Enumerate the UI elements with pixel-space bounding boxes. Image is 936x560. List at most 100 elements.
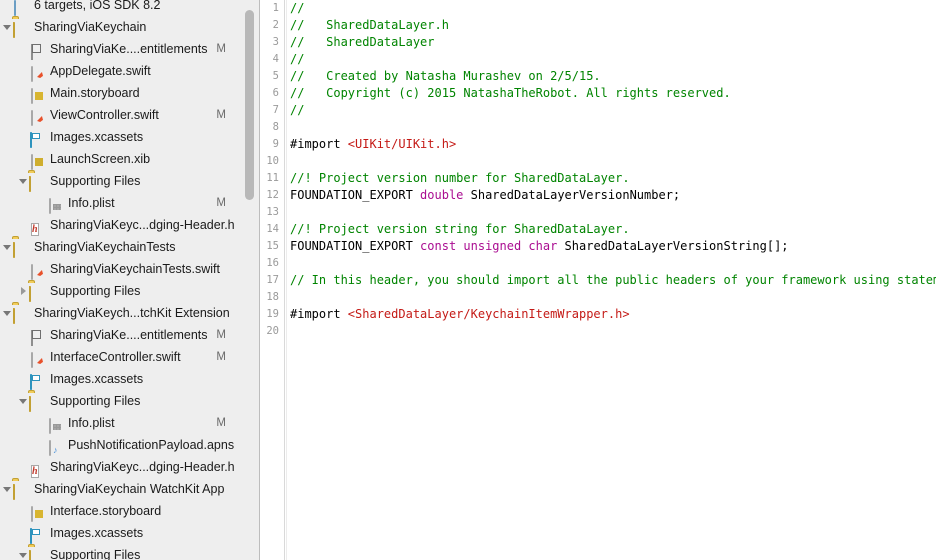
- navigator-row[interactable]: SharingViaKeychainTests.swift: [0, 258, 260, 280]
- code-token: FOUNDATION_EXPORT: [290, 188, 421, 202]
- code-line[interactable]: //! Project version number for SharedDat…: [290, 170, 936, 187]
- code-line[interactable]: // SharedDataLayer: [290, 34, 936, 51]
- code-token: // In this header, you should import all…: [290, 273, 936, 287]
- navigator-row[interactable]: PushNotificationPayload.apns: [0, 434, 260, 456]
- navigator-row[interactable]: ViewController.swift M: [0, 104, 260, 126]
- line-number: 17: [266, 274, 279, 286]
- code-line[interactable]: [290, 119, 936, 136]
- code-line[interactable]: #import <UIKit/UIKit.h>: [290, 136, 936, 153]
- plist-icon: [47, 415, 63, 434]
- folder-icon-glyph: [29, 176, 31, 192]
- code-line[interactable]: [290, 255, 936, 272]
- code-line[interactable]: // In this header, you should import all…: [290, 272, 936, 289]
- storyboard-icon: [29, 503, 45, 522]
- navigator-row-label: SharingViaKeych...tchKit Extension: [34, 306, 230, 320]
- disclosure-triangle-closed-icon[interactable]: [18, 280, 29, 302]
- navigator-row[interactable]: SharingViaKe....entitlements M: [0, 38, 260, 60]
- xib-icon: [29, 151, 45, 170]
- entitlements-icon: [29, 327, 45, 346]
- disclosure-triangle-open-icon[interactable]: [18, 170, 29, 192]
- modified-badge: M: [216, 109, 226, 121]
- navigator-row[interactable]: Supporting Files: [0, 170, 260, 192]
- navigator-row[interactable]: Images.xcassets: [0, 368, 260, 390]
- navigator-row[interactable]: AppDelegate.swift: [0, 60, 260, 82]
- navigator-row[interactable]: SharingViaKeychain: [0, 16, 260, 38]
- code-token: SharedDataLayerVersionString[];: [557, 239, 789, 253]
- navigator-row[interactable]: Supporting Files: [0, 390, 260, 412]
- code-token: // Created by Natasha Murashev on 2/5/15…: [290, 69, 601, 83]
- navigator-row[interactable]: Images.xcassets: [0, 126, 260, 148]
- storyboard-icon: [29, 85, 45, 104]
- code-line[interactable]: #import <SharedDataLayer/KeychainItemWra…: [290, 306, 936, 323]
- line-number: 4: [272, 53, 279, 65]
- code-line[interactable]: FOUNDATION_EXPORT const unsigned char Sh…: [290, 238, 936, 255]
- xcassets-icon-glyph: [30, 132, 32, 148]
- line-number: 9: [272, 138, 279, 150]
- apns-file-icon-glyph: [49, 440, 51, 456]
- navigator-row[interactable]: Supporting Files: [0, 280, 260, 302]
- navigator-row[interactable]: Images.xcassets: [0, 522, 260, 544]
- swift-file-icon-glyph: [31, 264, 33, 280]
- code-line[interactable]: //: [290, 51, 936, 68]
- navigator-row[interactable]: Supporting Files: [0, 544, 260, 560]
- disclosure-triangle-open-icon[interactable]: [2, 236, 13, 258]
- code-line[interactable]: [290, 323, 936, 340]
- code-line[interactable]: //: [290, 102, 936, 119]
- code-line[interactable]: //! Project version string for SharedDat…: [290, 221, 936, 238]
- disclosure-triangle-open-icon[interactable]: [2, 478, 13, 500]
- navigator-scrollbar[interactable]: [245, 10, 254, 550]
- navigator-row-label: Images.xcassets: [50, 372, 144, 386]
- navigator-scroll-content: 6 targets, iOS SDK 8.2 SharingViaKeychain…: [0, 0, 260, 560]
- navigator-row[interactable]: Main.storyboard: [0, 82, 260, 104]
- apns-file-icon: [47, 437, 63, 456]
- navigator-row[interactable]: SharingViaKeychain WatchKit App: [0, 478, 260, 500]
- code-line[interactable]: FOUNDATION_EXPORT double SharedDataLayer…: [290, 187, 936, 204]
- disclosure-triangle-open-icon[interactable]: [2, 302, 13, 324]
- swift-file-icon: [29, 349, 45, 368]
- source-editor[interactable]: 1 2 3 4 5 6 7 8 9 10 11 12 13 14 15 16 17 18 19 20 //// Sha…: [260, 0, 936, 560]
- navigator-row-label: Supporting Files: [50, 284, 141, 298]
- navigator-row-label: Interface.storyboard: [50, 504, 162, 518]
- navigator-row-label: SharingViaKeychainTests.swift: [50, 262, 220, 276]
- navigator-row[interactable]: InterfaceController.swift M: [0, 346, 260, 368]
- navigator-row[interactable]: LaunchScreen.xib: [0, 148, 260, 170]
- swift-file-icon: [29, 63, 45, 82]
- navigator-row[interactable]: Interface.storyboard: [0, 500, 260, 522]
- modified-badge: M: [216, 351, 226, 363]
- folder-icon: [29, 283, 45, 302]
- code-token: //: [290, 1, 305, 15]
- code-line[interactable]: [290, 153, 936, 170]
- navigator-scrollbar-thumb[interactable]: [245, 10, 254, 200]
- code-area[interactable]: // // SharedDataLayer.h // SharedDataLayer…: [290, 0, 936, 560]
- navigator-row[interactable]: SharingViaKe....entitlements M: [0, 324, 260, 346]
- code-line[interactable]: [290, 204, 936, 221]
- line-number: 19: [266, 308, 279, 320]
- navigator-row[interactable]: 6 targets, iOS SDK 8.2: [0, 0, 260, 16]
- code-token: double: [420, 188, 464, 202]
- code-token: <UIKit/UIKit.h>: [347, 137, 457, 151]
- code-line[interactable]: // Created by Natasha Murashev on 2/5/15…: [290, 68, 936, 85]
- code-token: #import: [290, 137, 348, 151]
- project-navigator[interactable]: 6 targets, iOS SDK 8.2 SharingViaKeychain…: [0, 0, 260, 560]
- navigator-row-label: SharingViaKeyc...dging-Header.h: [50, 218, 235, 232]
- code-line[interactable]: // Copyright (c) 2015 NatashaTheRobot. A…: [290, 85, 936, 102]
- code-line[interactable]: //: [290, 0, 936, 17]
- swift-file-icon: [29, 261, 45, 280]
- code-line[interactable]: [290, 289, 936, 306]
- header-file-icon: h: [29, 459, 45, 478]
- navigator-row[interactable]: Info.plist M: [0, 412, 260, 434]
- navigator-row-label: PushNotificationPayload.apns: [68, 438, 235, 452]
- navigator-row[interactable]: SharingViaKeychainTests: [0, 236, 260, 258]
- navigator-row[interactable]: SharingViaKeych...tchKit Extension: [0, 302, 260, 324]
- disclosure-triangle-open-icon[interactable]: [18, 390, 29, 412]
- navigator-row-label: Main.storyboard: [50, 86, 140, 100]
- navigator-row[interactable]: Info.plist M: [0, 192, 260, 214]
- navigator-row[interactable]: h SharingViaKeyc...dging-Header.h: [0, 214, 260, 236]
- disclosure-triangle-open-icon[interactable]: [2, 16, 13, 38]
- code-line[interactable]: // SharedDataLayer.h: [290, 17, 936, 34]
- navigator-row[interactable]: h SharingViaKeyc...dging-Header.h: [0, 456, 260, 478]
